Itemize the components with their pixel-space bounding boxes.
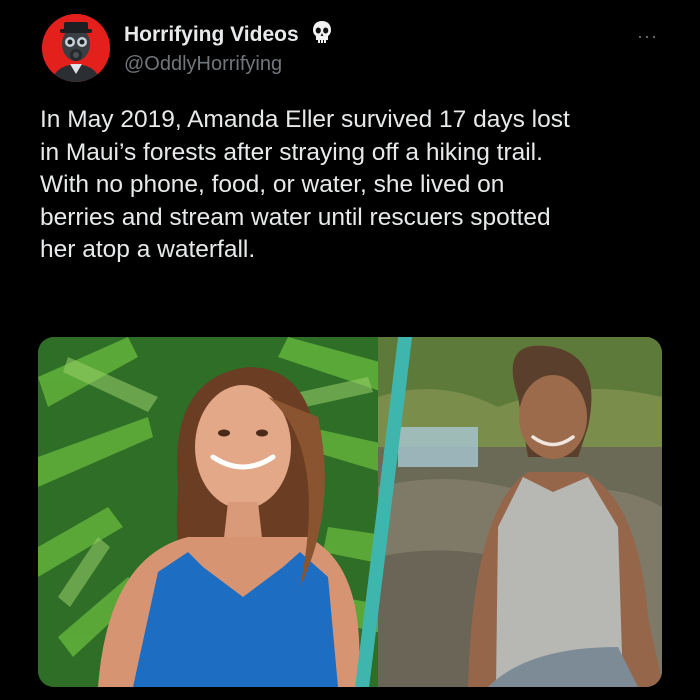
avatar[interactable]	[42, 14, 110, 82]
gas-mask-avatar-icon	[42, 14, 110, 82]
photo-before	[38, 337, 398, 687]
skull-icon	[311, 20, 333, 49]
handle[interactable]: @OddlyHorrifying	[124, 53, 333, 76]
post-media[interactable]	[38, 337, 662, 687]
post-header: Horrifying Videos @OddlyHorrifying ···	[42, 14, 662, 84]
author-info: Horrifying Videos @OddlyHorrifying	[124, 20, 333, 76]
post-text: In May 2019, Amanda Eller survived 17 da…	[40, 106, 570, 263]
photo-after	[378, 337, 662, 687]
display-name[interactable]: Horrifying Videos	[124, 23, 299, 47]
more-options-icon[interactable]: ···	[637, 26, 658, 47]
